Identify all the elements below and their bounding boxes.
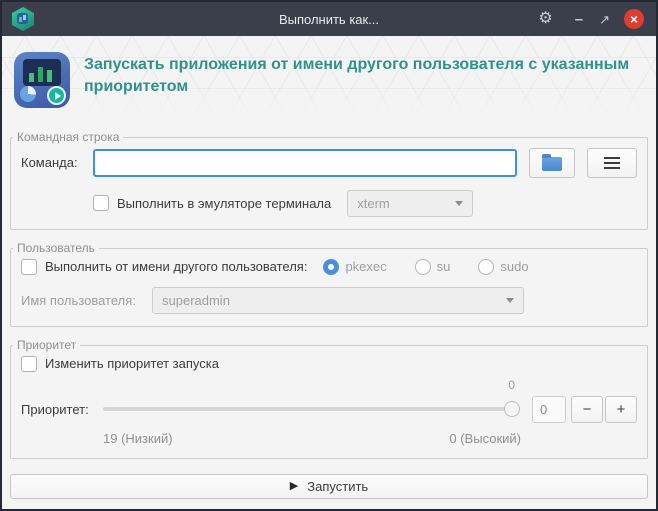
page-title: Запускать приложения от имени другого по… xyxy=(84,56,630,96)
radio-icon xyxy=(414,258,431,275)
terminal-checkbox[interactable]: Выполнить в эмуляторе терминала xyxy=(93,195,332,212)
settings-gear-icon[interactable]: ⚙ xyxy=(538,11,552,27)
play-badge-icon xyxy=(47,86,66,105)
browse-button[interactable] xyxy=(529,147,575,178)
window-content: Запускать приложения от имени другого по… xyxy=(2,36,656,509)
user-group: Пользователь Выполнить от имени другого … xyxy=(10,240,648,327)
radio-su[interactable]: su xyxy=(414,258,451,275)
run-as-user-label: Выполнить от имени другого пользователя: xyxy=(45,259,308,275)
command-input[interactable] xyxy=(93,148,517,177)
terminal-row: Выполнить в эмуляторе терминала xterm xyxy=(21,189,637,217)
radio-pkexec[interactable]: pkexec xyxy=(323,258,387,275)
increment-button[interactable]: + xyxy=(605,395,637,423)
priority-group: Приоритет Изменить приоритет запуска 0 П… xyxy=(10,337,648,459)
chart-icon xyxy=(23,59,61,86)
folder-icon xyxy=(542,154,562,172)
username-label: Имя пользователя: xyxy=(21,292,136,308)
terminal-emulator-value: xterm xyxy=(357,195,390,211)
decrement-button[interactable]: − xyxy=(571,395,603,423)
slider-groove xyxy=(103,407,520,412)
command-group-title: Командная строка xyxy=(13,129,124,144)
maximize-button[interactable]: ↗ xyxy=(599,13,610,26)
command-row: Команда: xyxy=(21,147,637,178)
play-icon: ▶ xyxy=(289,479,299,492)
priority-group-title: Приоритет xyxy=(13,337,81,352)
close-button[interactable]: × xyxy=(624,9,644,29)
auth-method-radio-group: pkexec su sudo xyxy=(323,258,529,275)
hamburger-icon xyxy=(604,161,620,164)
priority-spin-value: 0 xyxy=(532,395,566,423)
username-select[interactable]: superadmin xyxy=(152,286,524,314)
run-as-row: Выполнить от имени другого пользователя:… xyxy=(21,258,637,275)
slider-value-label: 0 xyxy=(508,377,515,392)
window-controls: ⚙ – ↗ × xyxy=(538,9,656,29)
priority-slider-row: 0 Приоритет: 0 − + xyxy=(21,378,637,423)
chevron-down-icon xyxy=(455,200,464,206)
checkbox-icon xyxy=(21,355,37,372)
radio-sudo-label: sudo xyxy=(500,259,529,275)
minimize-button[interactable]: – xyxy=(575,12,583,27)
app-window: Выполнить как... ⚙ – ↗ × Запускать прило… xyxy=(0,0,658,511)
checkbox-icon xyxy=(93,195,109,212)
radio-pkexec-label: pkexec xyxy=(345,259,387,275)
app-logo xyxy=(14,52,70,108)
run-button-label: Запустить xyxy=(307,478,369,494)
command-label: Команда: xyxy=(21,155,78,171)
terminal-checkbox-label: Выполнить в эмуляторе терминала xyxy=(117,195,332,211)
scale-high-label: 0 (Высокий) xyxy=(449,430,521,446)
run-button[interactable]: ▶ Запустить xyxy=(10,473,648,499)
header: Запускать приложения от имени другого по… xyxy=(2,36,656,119)
change-priority-label: Изменить приоритет запуска xyxy=(45,356,219,372)
radio-icon xyxy=(478,258,495,275)
scale-low-label: 19 (Низкий) xyxy=(103,430,173,446)
slider-handle[interactable] xyxy=(504,401,520,418)
priority-slider[interactable] xyxy=(103,400,520,418)
checkbox-icon xyxy=(21,258,37,275)
terminal-emulator-select[interactable]: xterm xyxy=(347,189,474,217)
radio-sudo[interactable]: sudo xyxy=(478,258,529,275)
titlebar[interactable]: Выполнить как... ⚙ – ↗ × xyxy=(2,2,656,36)
chevron-down-icon xyxy=(506,297,514,303)
username-value: superadmin xyxy=(162,292,230,308)
change-priority-checkbox[interactable]: Изменить приоритет запуска xyxy=(21,355,637,372)
command-group: Командная строка Команда: Выполнить в эм… xyxy=(10,129,648,230)
priority-spin-text: 0 xyxy=(540,401,548,417)
menu-button[interactable] xyxy=(587,147,637,178)
radio-selected-icon xyxy=(323,258,340,275)
priority-scale: 19 (Низкий) 0 (Высокий) xyxy=(21,431,637,446)
username-row: Имя пользователя: superadmin xyxy=(21,286,637,314)
pie-icon xyxy=(20,86,36,102)
user-group-title: Пользователь xyxy=(13,240,99,255)
radio-su-label: su xyxy=(436,259,451,275)
priority-label: Приоритет: xyxy=(21,401,89,417)
run-as-user-checkbox[interactable]: Выполнить от имени другого пользователя: xyxy=(21,258,308,275)
